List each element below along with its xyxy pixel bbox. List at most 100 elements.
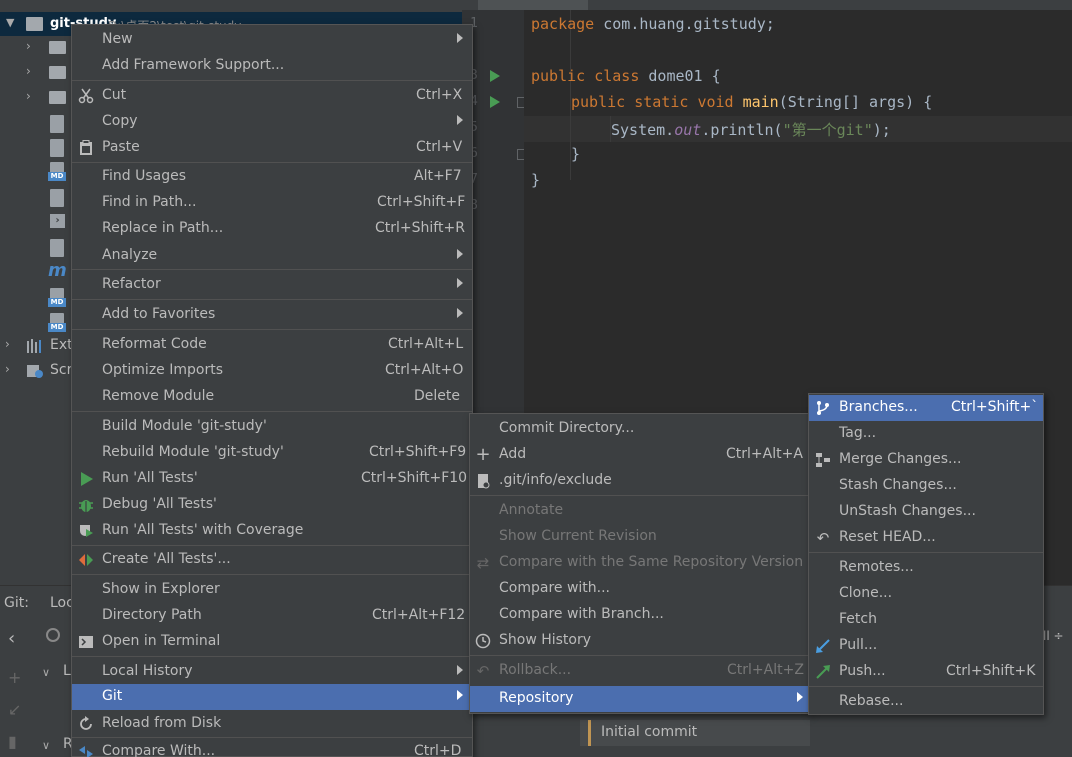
git-panel-label: Git: (4, 595, 29, 611)
menu-item-label: Add Framework Support... (102, 57, 285, 73)
scratches-icon (27, 365, 43, 378)
chevron-down-icon[interactable]: ▼ (6, 16, 14, 29)
menu-item-refactor[interactable]: Refactor (72, 272, 472, 298)
column-settings-button[interactable]: ll ÷ (1043, 629, 1064, 643)
tree-row-folder[interactable]: › (0, 61, 70, 85)
menu-item-add-favorites[interactable]: Add to Favorites (72, 302, 472, 328)
menu-item-clone[interactable]: Clone... (809, 581, 1043, 607)
menu-item-copy[interactable]: Copy (72, 109, 472, 135)
menu-item-commit-directory[interactable]: Commit Directory... (470, 416, 809, 442)
menu-item-find-usages[interactable]: Find Usages Alt+F7 (72, 164, 472, 190)
menu-item-push[interactable]: Push... Ctrl+Shift+K (809, 659, 1043, 685)
menu-item-git-exclude[interactable]: .git/info/exclude (470, 468, 809, 494)
tree-row-folder[interactable]: › (0, 36, 70, 60)
add-icon[interactable]: + (8, 668, 21, 687)
tree-row-md[interactable]: MD (0, 160, 70, 184)
arrow-icon[interactable]: ↙ (8, 700, 21, 719)
menu-item-run-tests[interactable]: Run 'All Tests' Ctrl+Shift+F10 (72, 466, 472, 492)
chevron-down-icon[interactable]: ∨ (42, 739, 50, 752)
tree-row-script[interactable]: › (0, 210, 70, 234)
run-class-icon[interactable] (490, 70, 500, 82)
menu-item-merge[interactable]: Merge Changes... (809, 447, 1043, 473)
menu-item-rebuild-module[interactable]: Rebuild Module 'git-study' Ctrl+Shift+F9 (72, 440, 472, 466)
menu-item-rebase[interactable]: Rebase... (809, 689, 1043, 715)
menu-item-reformat[interactable]: Reformat Code Ctrl+Alt+L (72, 332, 472, 358)
chevron-right-icon[interactable]: › (5, 337, 10, 351)
menu-item-branches[interactable]: Branches... Ctrl+Shift+` (809, 395, 1043, 421)
menu-item-compare-same-repo[interactable]: ⇄ Compare with the Same Repository Versi… (470, 550, 809, 576)
menu-item-build-module[interactable]: Build Module 'git-study' (72, 414, 472, 440)
menu-item-pull[interactable]: Pull... (809, 633, 1043, 659)
chevron-right-icon[interactable]: › (26, 89, 31, 103)
tree-row-md[interactable]: MD (0, 286, 70, 310)
menu-item-add[interactable]: + Add Ctrl+Alt+A (470, 442, 809, 468)
tree-row-external-libraries[interactable]: › Ext (0, 334, 80, 358)
search-icon[interactable] (46, 628, 60, 642)
tree-row-file[interactable] (0, 187, 70, 211)
tree-row-iml[interactable]: m (0, 260, 70, 284)
menu-item-open-terminal[interactable]: Open in Terminal (72, 629, 472, 655)
menu-item-label: New (102, 31, 133, 47)
chevron-right-icon[interactable]: › (5, 362, 10, 376)
coverage-icon (80, 525, 93, 537)
menu-item-show-history[interactable]: Show History (470, 628, 809, 654)
menu-item-directory-path[interactable]: Directory Path Ctrl+Alt+F12 (72, 603, 472, 629)
keyword: void (697, 93, 734, 111)
menu-item-git[interactable]: Git (72, 684, 472, 710)
menu-item-new[interactable]: New (72, 27, 472, 53)
menu-item-annotate[interactable]: Annotate (470, 498, 809, 524)
scratches-label: Scr (50, 362, 73, 378)
keyword: public (531, 67, 586, 85)
menu-item-fetch[interactable]: Fetch (809, 607, 1043, 633)
tree-row-md[interactable]: MD (0, 311, 70, 335)
clock-icon (475, 633, 491, 649)
menu-item-remove-module[interactable]: Remove Module Delete (72, 384, 472, 410)
chevron-down-icon[interactable]: ∨ (42, 666, 50, 679)
menu-item-compare-with[interactable]: Compare With... Ctrl+D (72, 739, 472, 757)
menu-item-show-explorer[interactable]: Show in Explorer (72, 577, 472, 603)
menu-item-remotes[interactable]: Remotes... (809, 555, 1043, 581)
menu-item-add-framework[interactable]: Add Framework Support... (72, 53, 472, 79)
chevron-left-icon[interactable]: ‹ (8, 628, 15, 649)
menu-item-tag[interactable]: Tag... (809, 421, 1043, 447)
tree-row-folder[interactable]: › (0, 86, 70, 110)
run-main-icon[interactable] (490, 96, 500, 108)
menu-item-rollback[interactable]: ↶ Rollback... Ctrl+Alt+Z (470, 658, 809, 684)
menu-item-compare-branch[interactable]: Compare with Branch... (470, 602, 809, 628)
tree-row-file[interactable] (0, 113, 70, 137)
compare-icon: ⇄ (476, 554, 490, 572)
chevron-right-icon[interactable]: › (26, 64, 31, 78)
menu-item-reset-head[interactable]: ↶ Reset HEAD... (809, 525, 1043, 551)
chevron-right-icon[interactable]: › (26, 39, 31, 53)
menu-item-compare-with[interactable]: Compare with... (470, 576, 809, 602)
menu-item-local-history[interactable]: Local History (72, 659, 472, 685)
menu-item-label: Remove Module (102, 388, 215, 404)
menu-item-paste[interactable]: Paste Ctrl+V (72, 135, 472, 161)
menu-item-create-tests[interactable]: Create 'All Tests'... (72, 547, 472, 573)
tree-row-scratches[interactable]: › Scr (0, 359, 80, 383)
method-name: main (742, 93, 779, 111)
menu-item-stash[interactable]: Stash Changes... (809, 473, 1043, 499)
menu-item-replace-in-path[interactable]: Replace in Path... Ctrl+Shift+R (72, 216, 472, 242)
menu-item-coverage-tests[interactable]: Run 'All Tests' with Coverage (72, 518, 472, 544)
menu-item-find-in-path[interactable]: Find in Path... Ctrl+Shift+F (72, 190, 472, 216)
project-context-menu: New Add Framework Support... Cut Ctrl+X C… (71, 24, 473, 757)
delete-icon[interactable]: ▮ (8, 732, 17, 751)
menu-item-label: Commit Directory... (499, 420, 635, 436)
menu-item-shortcut: Ctrl+Alt+F12 (372, 607, 466, 623)
menu-item-debug-tests[interactable]: Debug 'All Tests' (72, 492, 472, 518)
ignored-file-icon (50, 115, 64, 133)
tree-row-file[interactable] (0, 137, 70, 161)
menu-item-repository[interactable]: Repository (470, 686, 809, 712)
tree-row-file[interactable] (0, 237, 70, 261)
menu-item-reload-disk[interactable]: Reload from Disk (72, 711, 472, 737)
menu-item-analyze[interactable]: Analyze (72, 243, 472, 269)
menu-item-optimize-imports[interactable]: Optimize Imports Ctrl+Alt+O (72, 358, 472, 384)
menu-item-cut[interactable]: Cut Ctrl+X (72, 83, 472, 109)
commit-row[interactable]: Initial commit (580, 720, 810, 746)
undo-icon: ↶ (476, 662, 490, 680)
menu-item-unstash[interactable]: UnStash Changes... (809, 499, 1043, 525)
editor-tab[interactable] (478, 0, 588, 10)
menu-item-shortcut: Ctrl+Alt+O (385, 362, 464, 378)
menu-item-show-revision[interactable]: Show Current Revision (470, 524, 809, 550)
